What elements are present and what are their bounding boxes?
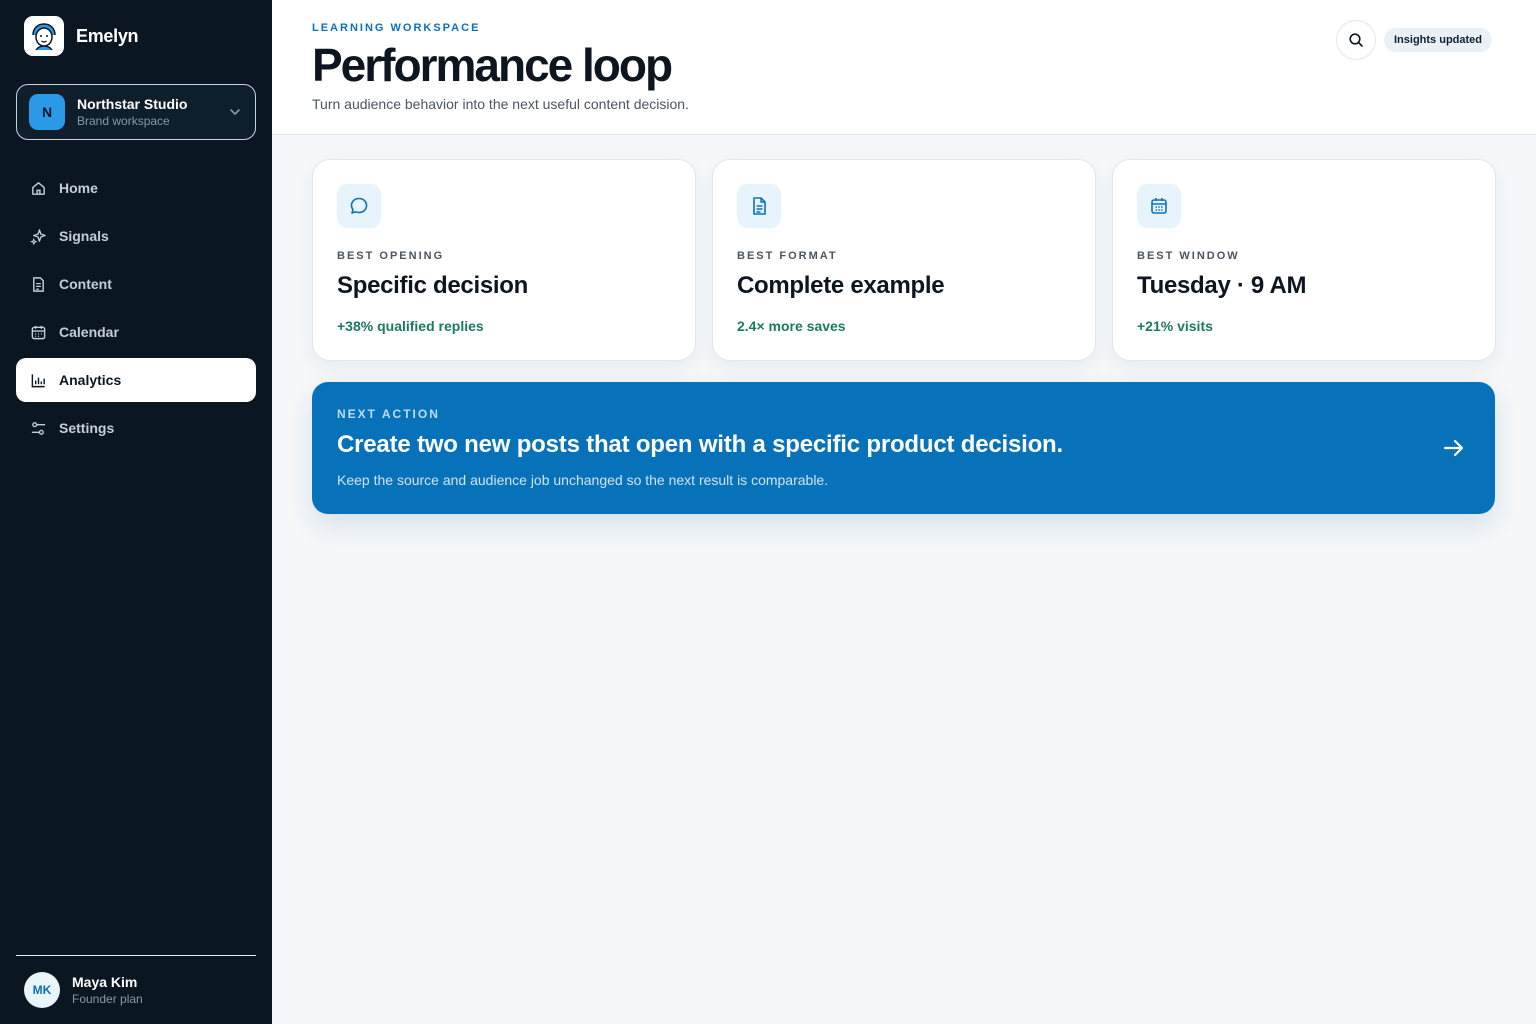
sidebar-item-settings[interactable]: Settings <box>16 406 256 450</box>
user-name: Maya Kim <box>72 974 138 990</box>
sidebar-item-label: Content <box>59 276 112 292</box>
home-icon <box>32 181 45 195</box>
page-header: LEARNING WORKSPACE Performance loop Turn… <box>272 0 1536 135</box>
sidebar-nav: Home Signals Content Calendar Analytics … <box>16 166 256 454</box>
page-eyebrow: LEARNING WORKSPACE <box>312 22 481 34</box>
brand-logo-icon <box>24 16 64 56</box>
card-label: BEST OPENING <box>337 250 445 262</box>
sidebar-item-signals[interactable]: Signals <box>16 214 256 258</box>
brand-name: Emelyn <box>76 25 139 46</box>
sidebar-item-label: Home <box>59 180 98 196</box>
page-subtitle: Turn audience behavior into the next use… <box>312 96 689 112</box>
card-icon-box <box>737 184 781 228</box>
sidebar-divider <box>16 955 256 956</box>
search-icon <box>1349 33 1363 47</box>
insight-card-window: BEST WINDOW Tuesday · 9 AM +21% visits <box>1112 159 1496 361</box>
next-action-banner[interactable]: NEXT ACTION Create two new posts that op… <box>312 382 1495 514</box>
workspace-switcher[interactable]: N Northstar Studio Brand workspace <box>16 84 256 140</box>
insight-card-format: BEST FORMAT Complete example 2.4× more s… <box>712 159 1096 361</box>
sidebar-item-label: Analytics <box>59 372 122 388</box>
next-action-button[interactable] <box>1438 432 1470 464</box>
card-label: BEST FORMAT <box>737 250 838 262</box>
status-badge: Insights updated <box>1384 28 1492 52</box>
workspace-subtitle: Brand workspace <box>77 114 170 128</box>
sidebar-item-calendar[interactable]: Calendar <box>16 310 256 354</box>
action-subtitle: Keep the source and audience job unchang… <box>337 472 829 488</box>
brand[interactable]: Emelyn <box>24 16 139 56</box>
sliders-icon <box>31 421 46 435</box>
sidebar-item-content[interactable]: Content <box>16 262 256 306</box>
user-text: Maya Kim Founder plan <box>72 974 143 1006</box>
card-value: Complete example <box>737 272 945 299</box>
arrow-right-icon <box>1443 439 1464 457</box>
card-icon-box <box>1137 184 1181 228</box>
calendar-icon <box>1151 198 1167 214</box>
document-icon <box>33 276 44 292</box>
card-label: BEST WINDOW <box>1137 250 1240 262</box>
workspace-text: Northstar Studio Brand workspace <box>77 96 227 128</box>
card-metric: 2.4× more saves <box>737 318 846 334</box>
card-icon-box <box>337 184 381 228</box>
card-value: Tuesday · 9 AM <box>1137 272 1307 299</box>
sidebar-item-label: Signals <box>59 228 109 244</box>
chevron-down-icon <box>230 109 240 115</box>
card-metric: +21% visits <box>1137 318 1213 334</box>
sidebar-item-label: Calendar <box>59 324 119 340</box>
avatar: MK <box>24 972 60 1008</box>
insight-card-opening: BEST OPENING Specific decision +38% qual… <box>312 159 696 361</box>
action-title: Create two new posts that open with a sp… <box>337 431 1063 458</box>
sidebar-item-analytics[interactable]: Analytics <box>16 358 256 402</box>
document-icon <box>753 197 766 215</box>
sidebar-item-home[interactable]: Home <box>16 166 256 210</box>
page-title: Performance loop <box>312 39 673 91</box>
workspace-avatar: N <box>29 94 65 130</box>
sidebar-item-label: Settings <box>59 420 115 436</box>
workspace-name: Northstar Studio <box>77 96 188 112</box>
card-value: Specific decision <box>337 272 528 299</box>
user-profile[interactable]: MK Maya Kim Founder plan <box>24 972 143 1008</box>
card-metric: +38% qualified replies <box>337 318 484 334</box>
search-button[interactable] <box>1336 20 1376 60</box>
sidebar: Emelyn N Northstar Studio Brand workspac… <box>0 0 272 1024</box>
sparkle-icon <box>30 228 46 245</box>
action-eyebrow: NEXT ACTION <box>337 407 440 421</box>
chat-bubble-icon <box>350 197 368 214</box>
calendar-icon <box>31 325 46 339</box>
bar-chart-icon <box>31 373 45 387</box>
user-plan: Founder plan <box>72 992 143 1006</box>
